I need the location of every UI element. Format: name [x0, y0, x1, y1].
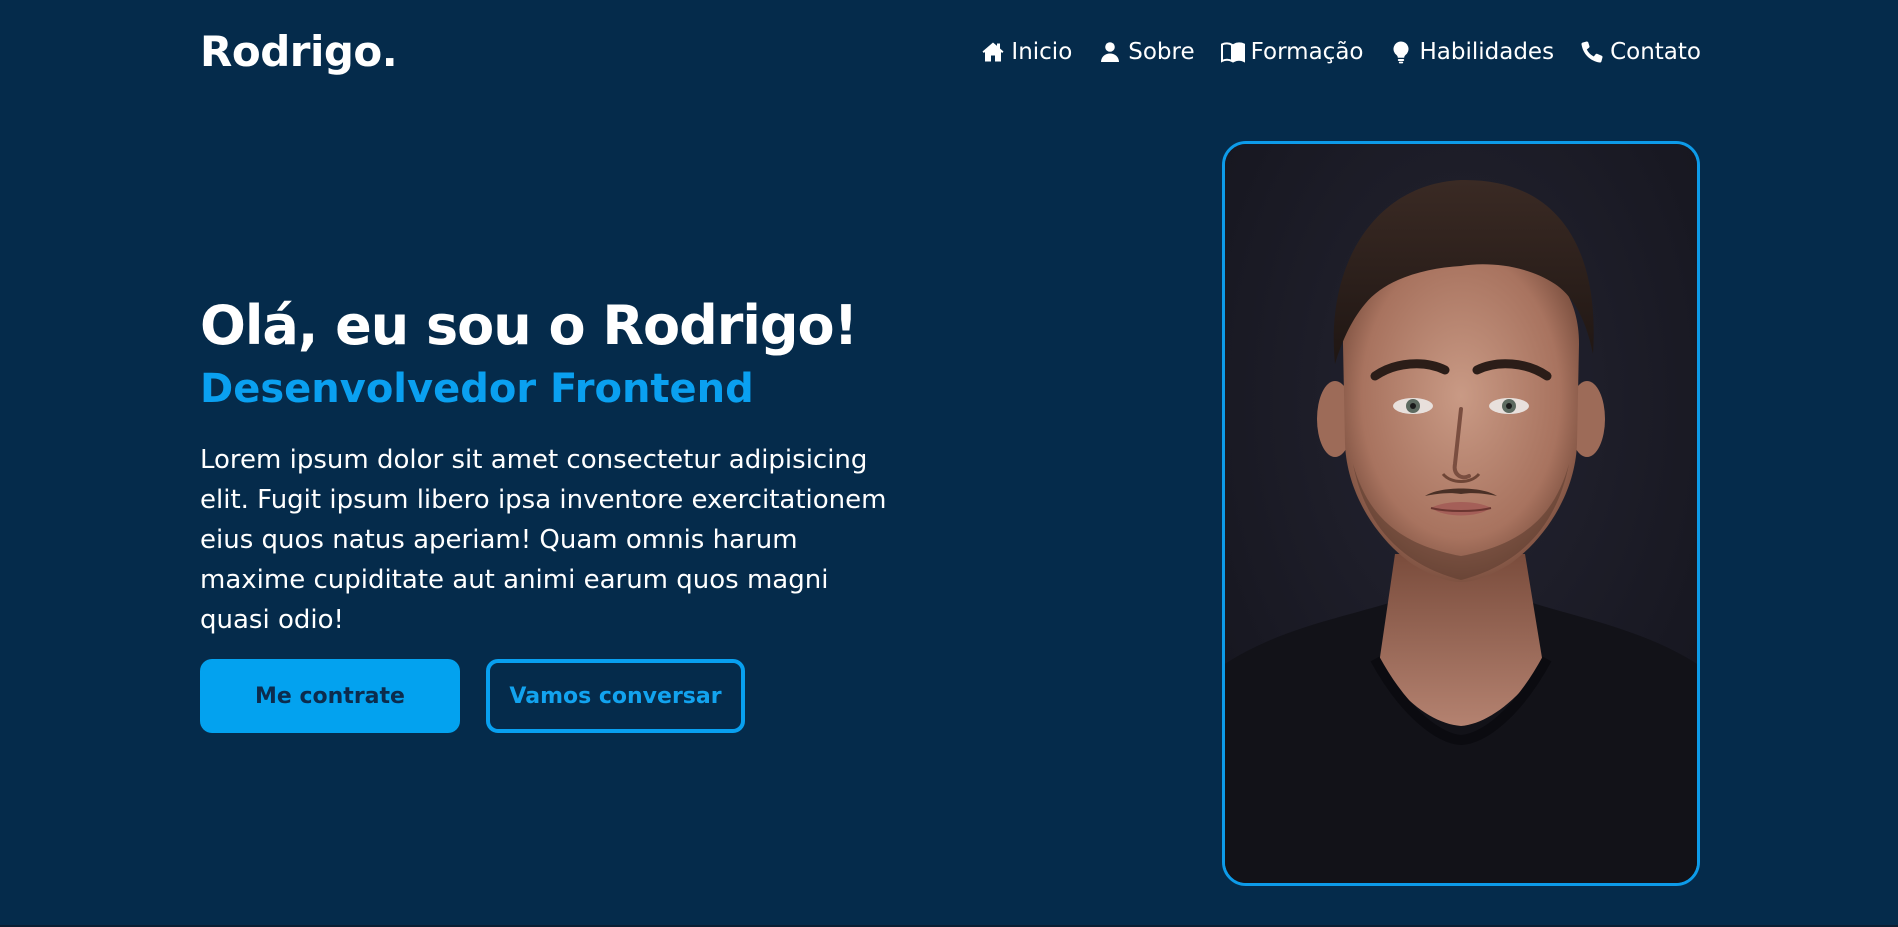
lightbulb-icon: [1388, 39, 1414, 65]
user-icon: [1097, 39, 1123, 65]
phone-icon: [1579, 39, 1605, 65]
nav-item-habilidades[interactable]: Habilidades: [1388, 32, 1554, 72]
hire-me-button[interactable]: Me contrate: [200, 659, 460, 733]
nav-label: Habilidades: [1419, 39, 1555, 65]
lets-talk-button[interactable]: Vamos conversar: [486, 659, 745, 733]
hero-description: Lorem ipsum dolor sit amet consectetur a…: [200, 445, 887, 635]
hero-title: Olá, eu sou o Rodrigo!: [200, 294, 858, 357]
book-icon: [1220, 39, 1246, 65]
home-icon: [980, 39, 1006, 65]
nav-label: Inicio: [1011, 39, 1073, 65]
portrait-illustration: [1225, 144, 1697, 883]
nav-item-inicio[interactable]: Inicio: [980, 32, 1072, 72]
nav-label: Formação: [1250, 39, 1364, 65]
site-header: Rodrigo. Inicio Sobre Formação Habilidad…: [0, 0, 1898, 104]
nav-label: Contato: [1610, 39, 1701, 65]
portrait-photo: [1222, 141, 1700, 886]
site-logo[interactable]: Rodrigo.: [200, 24, 398, 80]
hero-section: Olá, eu sou o Rodrigo! Desenvolvedor Fro…: [200, 290, 900, 640]
nav-item-sobre[interactable]: Sobre: [1097, 32, 1195, 72]
main-nav: Inicio Sobre Formação Habilidades Contat…: [980, 32, 1701, 72]
nav-item-formacao[interactable]: Formação: [1220, 32, 1364, 72]
hero-buttons: Me contrate Vamos conversar: [200, 659, 745, 733]
nav-item-contato[interactable]: Contato: [1579, 32, 1701, 72]
nav-label: Sobre: [1128, 39, 1195, 65]
hero-subtitle: Desenvolvedor Frontend: [200, 366, 754, 412]
